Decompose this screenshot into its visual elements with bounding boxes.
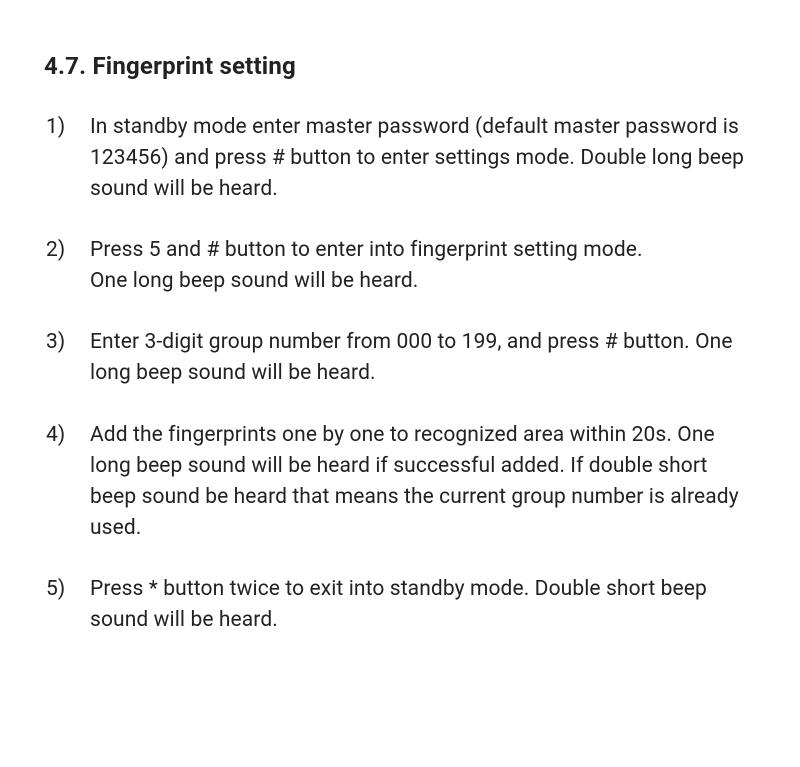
step-text: Press * button twice to exit into standb…: [90, 574, 756, 636]
section-title: Fingerprint setting: [92, 52, 295, 80]
step-text: Press 5 and # button to enter into finge…: [90, 235, 756, 297]
list-item: 1) In standby mode enter master password…: [44, 112, 756, 205]
list-item: 5) Press * button twice to exit into sta…: [44, 574, 756, 636]
step-marker: 5): [44, 574, 90, 605]
step-marker: 1): [44, 112, 90, 143]
list-item: 3) Enter 3-digit group number from 000 t…: [44, 327, 756, 389]
step-text: Add the fingerprints one by one to recog…: [90, 420, 756, 544]
step-marker: 2): [44, 235, 90, 266]
step-text: In standby mode enter master password (d…: [90, 112, 756, 205]
list-item: 4) Add the fingerprints one by one to re…: [44, 420, 756, 544]
step-list: 1) In standby mode enter master password…: [44, 112, 756, 636]
section-number: 4.7.: [44, 52, 86, 80]
step-marker: 3): [44, 327, 90, 358]
step-marker: 4): [44, 420, 90, 451]
list-item: 2) Press 5 and # button to enter into fi…: [44, 235, 756, 297]
section-heading: 4.7. Fingerprint setting: [44, 48, 756, 84]
step-text: Enter 3-digit group number from 000 to 1…: [90, 327, 756, 389]
